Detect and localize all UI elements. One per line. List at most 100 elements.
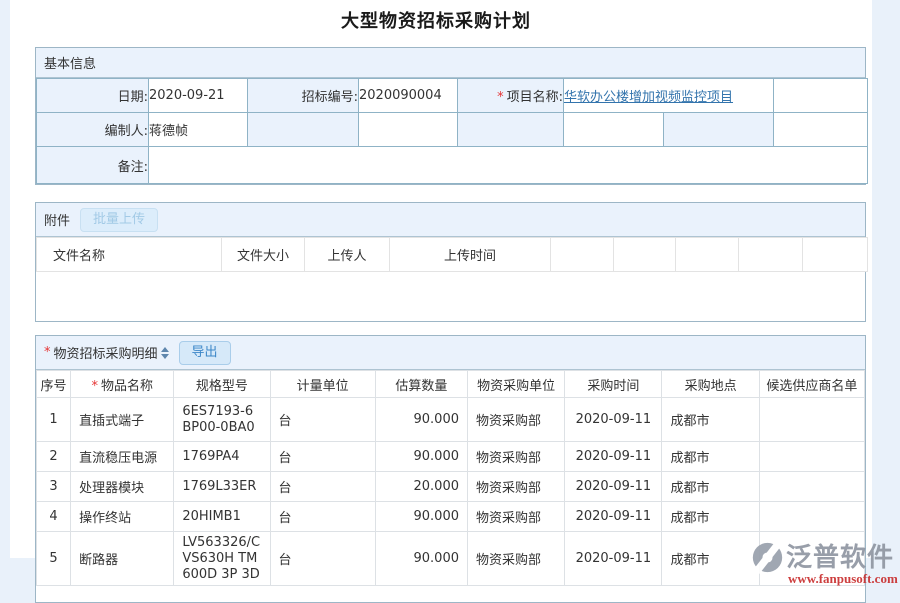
col-upload-time: 上传时间 (390, 238, 551, 272)
cell-seq: 2 (37, 442, 71, 472)
project-name-label: *项目名称: (458, 79, 564, 113)
empty-label-cell (664, 113, 774, 147)
project-name-link[interactable]: 华软办公楼增加视频监控项目 (564, 90, 733, 105)
empty-label-cell (458, 113, 564, 147)
form-row-remark: 备注: (37, 147, 868, 184)
cell-suppliers (759, 398, 864, 442)
cell-unit: 台 (270, 442, 375, 472)
cell-place: 成都市 (662, 398, 759, 442)
empty-label-cell (248, 113, 359, 147)
cell-model: 20HIMB1 (174, 502, 270, 532)
cell-purchase-unit: 物资采购部 (468, 442, 565, 472)
cell-suppliers (759, 502, 864, 532)
cell-unit: 台 (270, 398, 375, 442)
attachments-section: 附件 批量上传 文件名称 文件大小 上传人 上传时间 (35, 202, 866, 322)
attachments-section-header: 附件 批量上传 (36, 203, 865, 237)
remark-value (149, 147, 868, 184)
col-file-name: 文件名称 (37, 238, 222, 272)
cell-unit: 台 (270, 532, 375, 586)
cell-qty: 20.000 (375, 472, 467, 502)
date-value: 2020-09-21 (149, 79, 248, 113)
detail-row: 3 处理器模块 1769L33ER 台 20.000 物资采购部 2020-09… (37, 472, 865, 502)
required-asterisk: * (497, 90, 504, 105)
cell-item-name: 处理器模块 (71, 472, 174, 502)
cell-purchase-unit: 物资采购部 (468, 502, 565, 532)
cell-suppliers (759, 442, 864, 472)
cell-place: 成都市 (662, 532, 759, 586)
cell-model: 1769L33ER (174, 472, 270, 502)
detail-row: 1 直插式端子 6ES7193-6BP00-0BA0 台 90.000 物资采购… (37, 398, 865, 442)
col-item-name: *物品名称 (71, 371, 174, 398)
project-name-label-text: 项目名称: (507, 90, 563, 105)
cell-model: 1769PA4 (174, 442, 270, 472)
required-asterisk: * (44, 345, 51, 360)
brand-name-text: 泛普软件 (786, 543, 894, 573)
cell-qty: 90.000 (375, 442, 467, 472)
form-row-2: 编制人: 蒋德帧 (37, 113, 868, 147)
sort-updown-icon[interactable] (161, 347, 169, 359)
cell-item-name: 直流稳压电源 (71, 442, 174, 472)
detail-header-row: 序号 *物品名称 规格型号 计量单位 估算数量 物资采购单位 采购时间 采购地点… (37, 371, 865, 398)
col-unit: 计量单位 (270, 371, 375, 398)
attachments-empty-header-cell (739, 238, 803, 272)
cell-seq: 4 (37, 502, 71, 532)
batch-upload-button[interactable]: 批量上传 (80, 208, 158, 232)
cell-time: 2020-09-11 (565, 532, 662, 586)
attachments-empty-header-cell (614, 238, 676, 272)
export-button[interactable]: 导出 (179, 341, 231, 365)
cell-item-name: 操作终站 (71, 502, 174, 532)
page-title: 大型物资招标采购计划 (0, 7, 872, 33)
cell-purchase-unit: 物资采购部 (468, 532, 565, 586)
cell-time: 2020-09-11 (565, 442, 662, 472)
detail-row: 5 断路器 LV563326/CVS630H TM600D 3P 3D 台 90… (37, 532, 865, 586)
brand-watermark: 泛普软件 www.fanpusoft.com (751, 541, 900, 587)
required-asterisk: * (91, 379, 98, 394)
detail-table: 序号 *物品名称 规格型号 计量单位 估算数量 物资采购单位 采购时间 采购地点… (36, 370, 865, 586)
fanpu-logo-icon (751, 541, 784, 574)
empty-form-cell (774, 79, 868, 113)
col-purchase-unit: 物资采购单位 (468, 371, 565, 398)
empty-form-cell (564, 113, 664, 147)
cell-place: 成都市 (662, 442, 759, 472)
cell-model: LV563326/CVS630H TM600D 3P 3D (174, 532, 270, 586)
cell-purchase-unit: 物资采购部 (468, 472, 565, 502)
basic-info-section-title: 基本信息 (44, 53, 96, 72)
brand-logo-row: 泛普软件 (751, 541, 900, 574)
cell-time: 2020-09-11 (565, 398, 662, 442)
cell-unit: 台 (270, 472, 375, 502)
col-item-name-text: 物品名称 (101, 379, 153, 394)
sort-down-arrow-icon (161, 354, 169, 359)
cell-purchase-unit: 物资采购部 (468, 398, 565, 442)
form-row-1: 日期: 2020-09-21 招标编号: 2020090004 *项目名称: 华… (37, 79, 868, 113)
cell-model: 6ES7193-6BP00-0BA0 (174, 398, 270, 442)
cell-time: 2020-09-11 (565, 502, 662, 532)
cell-seq: 3 (37, 472, 71, 502)
remark-label: 备注: (37, 147, 149, 184)
col-purchase-time: 采购时间 (565, 371, 662, 398)
cell-item-name: 直插式端子 (71, 398, 174, 442)
empty-form-cell (774, 113, 868, 147)
cell-qty: 90.000 (375, 502, 467, 532)
cell-unit: 台 (270, 502, 375, 532)
cell-time: 2020-09-11 (565, 472, 662, 502)
sort-up-arrow-icon (161, 347, 169, 352)
detail-row: 4 操作终站 20HIMB1 台 90.000 物资采购部 2020-09-11… (37, 502, 865, 532)
basic-info-section: 基本信息 日期: 2020-09-21 招标编号: 2020090004 *项目… (35, 47, 866, 185)
col-file-size: 文件大小 (222, 238, 305, 272)
date-label: 日期: (37, 79, 149, 113)
empty-form-cell (359, 113, 458, 147)
col-purchase-place: 采购地点 (662, 371, 759, 398)
bid-no-label: 招标编号: (248, 79, 359, 113)
col-seq: 序号 (37, 371, 71, 398)
col-candidate-suppliers: 候选供应商名单 (759, 371, 864, 398)
detail-section: * 物资招标采购明细 导出 序号 *物品名称 规格型号 计量单位 估算数量 物资… (35, 335, 866, 603)
detail-section-title: 物资招标采购明细 (54, 343, 158, 362)
compiler-label: 编制人: (37, 113, 149, 147)
attachments-table: 文件名称 文件大小 上传人 上传时间 (36, 237, 868, 272)
cell-item-name: 断路器 (71, 532, 174, 586)
col-model: 规格型号 (174, 371, 270, 398)
bid-no-value: 2020090004 (359, 79, 458, 113)
basic-info-form: 日期: 2020-09-21 招标编号: 2020090004 *项目名称: 华… (36, 78, 868, 184)
detail-section-header: * 物资招标采购明细 导出 (36, 336, 865, 370)
basic-info-section-header: 基本信息 (36, 48, 865, 78)
